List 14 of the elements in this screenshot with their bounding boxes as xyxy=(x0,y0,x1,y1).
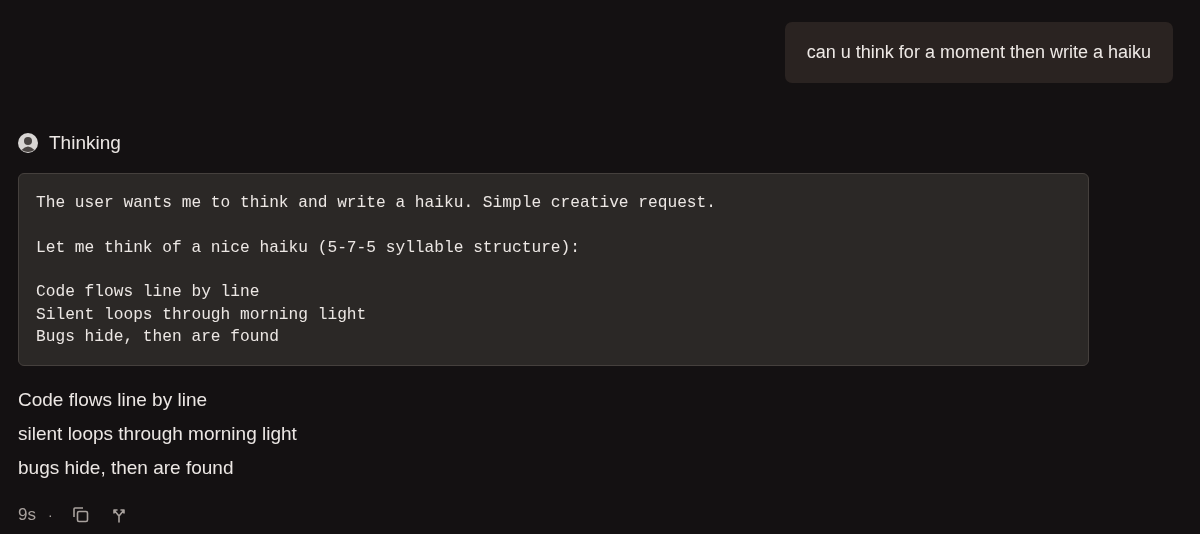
duration-text: 9s xyxy=(18,504,36,525)
response-text: Code flows line by line xyxy=(18,387,208,412)
user-message: can u think for a moment then write a haiku xyxy=(784,22,1173,83)
thinking-label[interactable]: Thinking xyxy=(49,132,121,154)
separator-dot: · xyxy=(47,506,53,523)
thinking-text: Silent loops through morning light xyxy=(36,304,367,326)
thinking-text: Let me think of a nice haiku (5-7-5 syllable structure): xyxy=(36,237,580,259)
avatar-icon xyxy=(18,133,38,153)
copy-button[interactable] xyxy=(70,504,91,525)
response-text: bugs hide, then are found xyxy=(18,455,234,480)
thinking-text: Bugs hide, then are found xyxy=(36,327,279,348)
thinking-text: Code flows line by line xyxy=(36,282,260,303)
thinking-text: The user wants me to think and write a haiku. Simple creative request. xyxy=(36,193,716,214)
response-text: silent loops through morning light xyxy=(18,421,297,446)
